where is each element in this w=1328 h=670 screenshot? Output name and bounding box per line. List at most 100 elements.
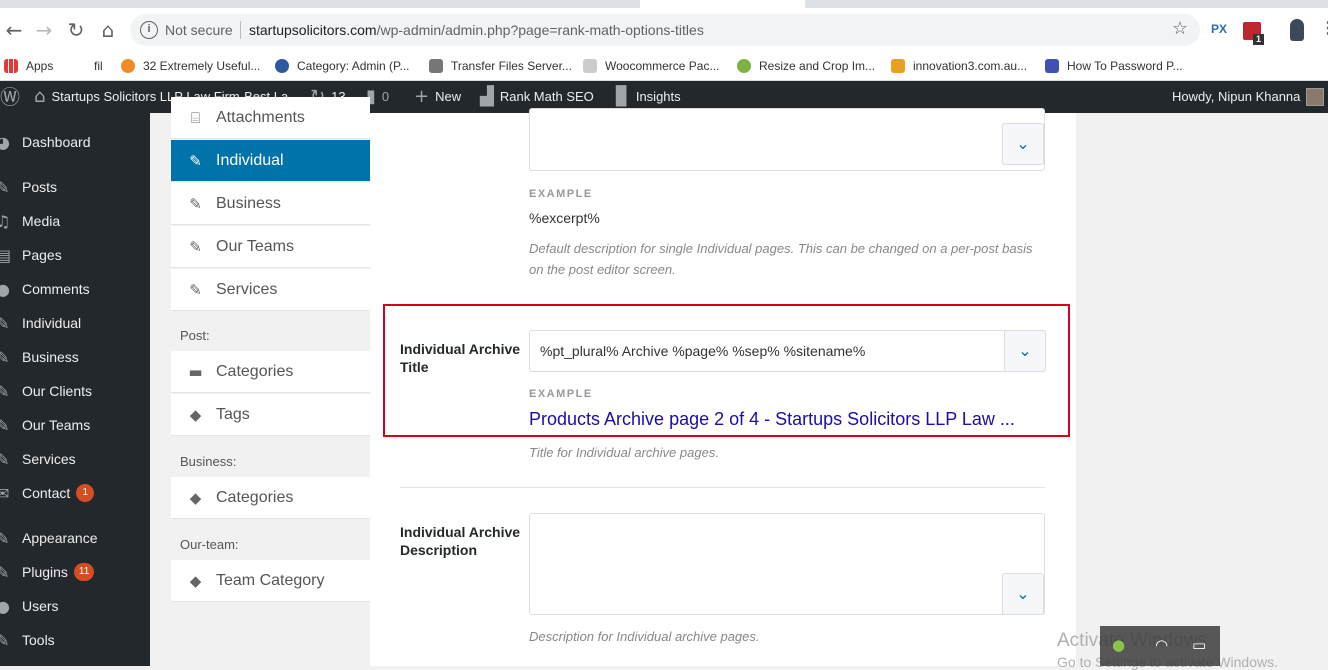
url-text[interactable]: startupsolicitors.com/wp-admin/admin.php… [249, 22, 704, 38]
menu-label: Comments [22, 281, 90, 297]
subnav-attachments[interactable]: ⌸ Attachments [171, 97, 370, 139]
archive-title-input[interactable]: %pt_plural% Archive %page% %sep% %sitena… [529, 330, 1046, 372]
bookmark-woocommerce[interactable]: Woocommerce Pac... [583, 56, 719, 76]
menu-individual[interactable]: ✎ Individual [0, 306, 150, 340]
subnav-heading-business: Business: [180, 454, 237, 469]
bookmark-label: Resize and Crop Im... [759, 59, 876, 73]
address-bar[interactable]: i Not secure startupsolicitors.com/wp-ad… [130, 14, 1200, 46]
pin-icon: ✎ [189, 151, 202, 170]
menu-comments[interactable]: ● Comments [0, 272, 150, 306]
my-account-link[interactable]: Howdy, Nipun Khanna [1172, 81, 1325, 113]
tag-icon: ◆ [189, 405, 202, 424]
bookmark-label: How To Password P... [1067, 59, 1183, 73]
menu-dashboard[interactable]: ◕ Dashboard [0, 125, 150, 159]
pin-icon: ✎ [0, 415, 10, 435]
browser-toolbar: ← → ↻ ⌂ i Not secure startupsolicitors.c… [0, 8, 1328, 52]
pin-icon: ✎ [189, 280, 202, 299]
chevron-down-icon: ⌄ [1018, 341, 1032, 360]
wp-logo-icon[interactable]: Ⓦ [0, 81, 26, 113]
home-icon[interactable]: ⌂ [96, 18, 120, 42]
new-content-link[interactable]: + New [414, 81, 461, 113]
security-icon[interactable]: ● [1112, 636, 1125, 654]
bookmark-useful[interactable]: 32 Extremely Useful... [121, 56, 260, 76]
comments-count: 0 [381, 89, 390, 104]
menu-plugins[interactable]: ✎ Plugins 11 [0, 555, 150, 589]
folder-icon: ▬ [188, 362, 203, 381]
menu-users[interactable]: ● Users [0, 589, 150, 623]
subnav-heading-post: Post: [180, 328, 210, 343]
archive-title-label: Individual Archive Title [400, 341, 521, 375]
menu-pages[interactable]: ▤ Pages [0, 238, 150, 272]
menu-label: Tools [22, 632, 55, 648]
settings-panel: ⌄ EXAMPLE %excerpt% Default description … [370, 108, 1076, 666]
archive-description-textarea[interactable]: ⌄ [529, 513, 1045, 615]
extension-badge: 1 [1253, 34, 1264, 45]
info-icon[interactable]: i [140, 21, 158, 39]
bookmark-favicon [1045, 59, 1059, 73]
variables-dropdown-button[interactable]: ⌄ [1002, 573, 1044, 615]
archive-title-example: Products Archive page 2 of 4 - Startups … [529, 409, 1015, 429]
security-label: Not secure [165, 22, 233, 38]
menu-label: Pages [22, 247, 62, 263]
subnav-our-teams[interactable]: ✎ Our Teams [171, 226, 370, 268]
bookmark-category[interactable]: Category: Admin (P... [275, 56, 410, 76]
field-divider [400, 487, 1045, 488]
pin-icon: ✎ [0, 347, 10, 367]
bookmark-apps[interactable]: Apps [4, 56, 53, 76]
bookmark-label: Apps [26, 59, 54, 73]
subnav-services[interactable]: ✎ Services [171, 269, 370, 311]
chevron-down-icon: ⌄ [1016, 584, 1030, 603]
subnav-post-categories[interactable]: ▬ Categories [171, 351, 370, 393]
bookmark-resize[interactable]: Resize and Crop Im... [737, 56, 875, 76]
menu-dots-icon[interactable]: ⋮ [1320, 18, 1328, 38]
bookmark-innovation[interactable]: innovation3.com.au... [891, 56, 1027, 76]
forward-icon[interactable]: → [32, 18, 56, 42]
battery-icon[interactable]: ▭ [1192, 636, 1206, 654]
subnav-business-categories[interactable]: ◆ Categories [171, 477, 370, 519]
subnav-team-category[interactable]: ◆ Team Category [171, 560, 370, 602]
archive-title-value: %pt_plural% Archive %page% %sep% %sitena… [540, 343, 866, 359]
pages-icon: ▤ [0, 245, 12, 265]
bookmark-transfer[interactable]: Transfer Files Server... [429, 56, 572, 76]
single-description-help: Default description for single Individua… [529, 241, 1033, 277]
pin-icon: ✎ [189, 194, 202, 213]
variables-dropdown-button[interactable]: ⌄ [1004, 330, 1046, 372]
admin-menu: ◕ Dashboard ✎ Posts ♫ Media ▤ Pages ● Comment… [0, 113, 150, 666]
active-tab[interactable] [640, 0, 805, 8]
menu-media[interactable]: ♫ Media [0, 204, 150, 238]
profile-icon[interactable] [1290, 19, 1304, 41]
bookmark-favicon [737, 59, 751, 73]
px-extension-icon[interactable]: PX [1211, 22, 1227, 36]
menu-label: Appearance [22, 530, 98, 546]
bookmark-star-icon[interactable]: ☆ [1172, 18, 1188, 39]
attachment-icon: ⌸ [190, 108, 200, 127]
omnibox-separator [240, 21, 241, 39]
mail-icon: ✉ [0, 483, 10, 503]
bookmarks-bar: Apps fil 32 Extremely Useful... Category… [0, 52, 1328, 81]
bookmark-password[interactable]: How To Password P... [1045, 56, 1183, 76]
menu-our-clients[interactable]: ✎ Our Clients [0, 374, 150, 408]
single-description-textarea[interactable]: ⌄ [529, 108, 1045, 171]
menu-posts[interactable]: ✎ Posts [0, 170, 150, 204]
menu-business[interactable]: ✎ Business [0, 340, 150, 374]
menu-services[interactable]: ✎ Services [0, 442, 150, 476]
menu-tools[interactable]: ✎ Tools [0, 623, 150, 657]
example-label: EXAMPLE [529, 388, 593, 400]
menu-appearance[interactable]: ✎ Appearance [0, 521, 150, 555]
page-background [1076, 113, 1328, 666]
reload-icon[interactable]: ↻ [64, 18, 88, 42]
menu-label: Plugins [22, 564, 68, 580]
bookmark-fil[interactable]: fil [94, 56, 103, 76]
menu-label: Posts [22, 179, 58, 195]
subnav-post-tags[interactable]: ◆ Tags [171, 394, 370, 436]
subnav-business[interactable]: ✎ Business [171, 183, 370, 225]
back-icon[interactable]: ← [2, 18, 26, 42]
user-icon: ● [0, 596, 10, 616]
wifi-icon[interactable]: ◠ [1155, 636, 1168, 654]
menu-our-teams[interactable]: ✎ Our Teams [0, 408, 150, 442]
titles-meta-subnav: ⌸ Attachments ✎ Individual ✎ Business ✎ Our … [171, 97, 370, 666]
subnav-individual[interactable]: ✎ Individual [171, 140, 370, 182]
menu-contact[interactable]: ✉ Contact 1 [0, 476, 150, 510]
variables-dropdown-button[interactable]: ⌄ [1002, 123, 1044, 165]
comment-icon: ● [0, 279, 10, 299]
